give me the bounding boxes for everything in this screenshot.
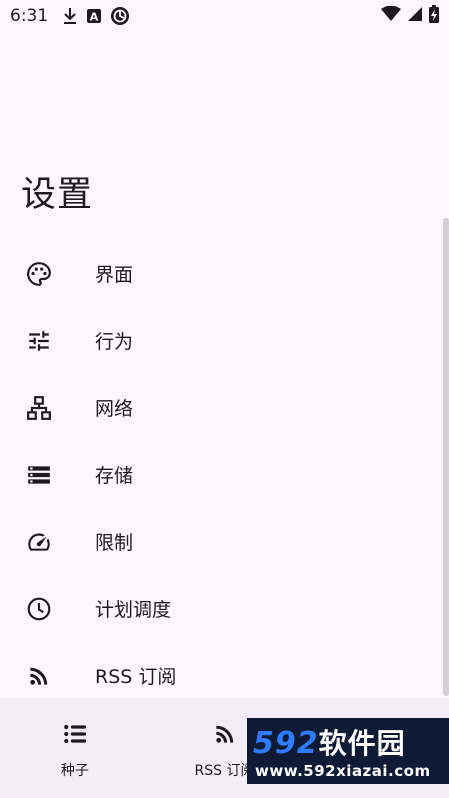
page-title: 设置 xyxy=(21,175,94,215)
download-icon xyxy=(62,7,78,25)
a-badge-icon: A xyxy=(86,8,102,24)
status-time: 6:31 xyxy=(10,6,49,26)
clock-icon xyxy=(26,596,52,622)
watermark-brand-cn: 软件园 xyxy=(318,727,406,760)
palette-icon xyxy=(26,261,52,287)
list-icon xyxy=(61,720,89,748)
tune-icon xyxy=(26,328,52,354)
settings-list: 界面 行为 网络 存储 限制 计划调度 RSS 订阅 xyxy=(0,240,449,709)
settings-item-storage[interactable]: 存储 xyxy=(0,441,449,508)
settings-item-limits[interactable]: 限制 xyxy=(0,508,449,575)
watermark-url: www.592xiazai.com xyxy=(255,762,431,780)
settings-item-label: 行为 xyxy=(95,331,134,353)
battery-charging-icon xyxy=(429,4,439,28)
network-icon xyxy=(26,395,52,421)
sync-circle-icon xyxy=(110,6,130,26)
settings-item-schedule[interactable]: 计划调度 xyxy=(0,575,449,642)
scrollbar-thumb[interactable] xyxy=(443,218,449,696)
svg-text:A: A xyxy=(90,11,99,24)
rss-icon xyxy=(212,720,238,748)
speed-icon xyxy=(26,529,52,555)
settings-item-behavior[interactable]: 行为 xyxy=(0,307,449,374)
settings-item-label: 界面 xyxy=(95,264,134,286)
settings-item-interface[interactable]: 界面 xyxy=(0,240,449,307)
settings-item-label: 限制 xyxy=(95,532,134,554)
nav-label: 种子 xyxy=(60,763,89,779)
wifi-icon xyxy=(381,5,401,27)
settings-item-label: 存储 xyxy=(95,465,134,487)
settings-item-label: 网络 xyxy=(95,398,134,420)
settings-item-network[interactable]: 网络 xyxy=(0,374,449,441)
settings-item-label: 计划调度 xyxy=(95,599,172,621)
nav-item-torrents[interactable]: 种子 xyxy=(0,698,150,798)
status-right-group xyxy=(381,4,439,28)
watermark-brand-number: 592 xyxy=(253,726,319,761)
cell-signal-icon xyxy=(407,6,423,27)
watermark-logo: 592软件园 www.592xiazai.com xyxy=(247,718,449,784)
nav-label: RSS 订阅 xyxy=(194,763,255,779)
status-bar: 6:31 A xyxy=(0,0,449,32)
rss-icon xyxy=(26,663,52,689)
scrollbar[interactable] xyxy=(443,218,449,696)
storage-icon xyxy=(26,462,52,488)
watermark-brand: 592软件园 xyxy=(253,722,406,761)
settings-item-label: RSS 订阅 xyxy=(95,666,177,688)
